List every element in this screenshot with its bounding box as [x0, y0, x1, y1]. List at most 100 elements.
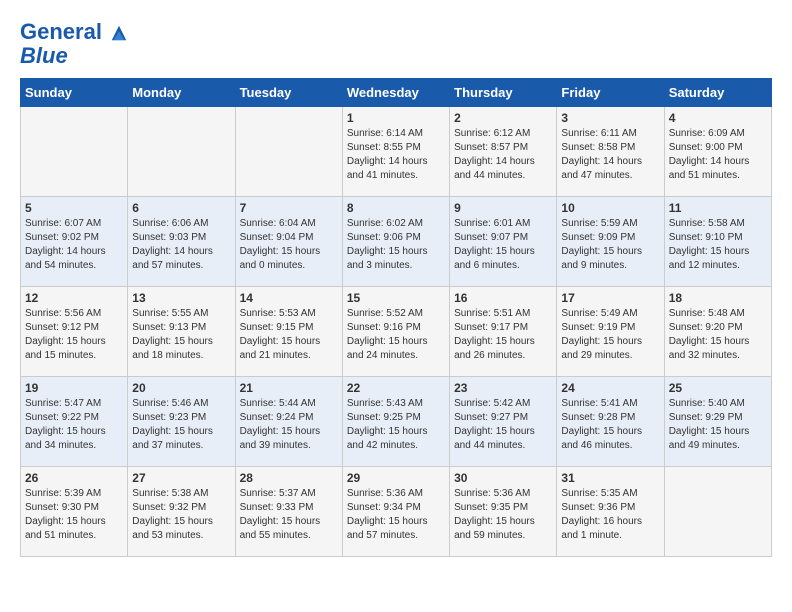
day-header-saturday: Saturday [664, 79, 771, 107]
day-number: 24 [561, 381, 659, 395]
day-number: 17 [561, 291, 659, 305]
day-number: 22 [347, 381, 445, 395]
days-of-week-row: SundayMondayTuesdayWednesdayThursdayFrid… [21, 79, 772, 107]
calendar-cell: 19Sunrise: 5:47 AM Sunset: 9:22 PM Dayli… [21, 377, 128, 467]
day-number: 16 [454, 291, 552, 305]
calendar-cell: 27 Sunrise: 5:38 AM Sunset: 9:32 PM Dayli… [128, 467, 235, 557]
calendar-week-3: 12 Sunrise: 5:56 AM Sunset: 9:12 PM Dayli… [21, 287, 772, 377]
calendar-cell: 21 Sunrise: 5:44 AM Sunset: 9:24 PM Dayli… [235, 377, 342, 467]
day-header-friday: Friday [557, 79, 664, 107]
calendar-cell: 4Sunrise: 6:09 AM Sunset: 9:00 PM Daylig… [664, 107, 771, 197]
calendar-cell: 6 Sunrise: 6:06 AM Sunset: 9:03 PM Daylig… [128, 197, 235, 287]
calendar-cell: 23 Sunrise: 5:42 AM Sunset: 9:27 PM Dayli… [450, 377, 557, 467]
day-number: 2 [454, 111, 552, 125]
cell-content: Sunrise: 6:02 AM Sunset: 9:06 PM Dayligh… [347, 217, 445, 273]
calendar-week-1: 1 Sunrise: 6:14 AM Sunset: 8:55 PM Daylig… [21, 107, 772, 197]
day-header-tuesday: Tuesday [235, 79, 342, 107]
cell-content: Sunrise: 5:43 AM Sunset: 9:25 PM Dayligh… [347, 397, 445, 453]
day-header-thursday: Thursday [450, 79, 557, 107]
calendar-cell: 20 Sunrise: 5:46 AM Sunset: 9:23 PM Dayli… [128, 377, 235, 467]
day-number: 15 [347, 291, 445, 305]
day-number: 10 [561, 201, 659, 215]
day-number: 9 [454, 201, 552, 215]
logo-blue-text: Blue [20, 44, 68, 68]
day-number: 1 [347, 111, 445, 125]
page-header: General Blue [20, 20, 772, 68]
day-number: 25 [669, 381, 767, 395]
calendar-cell: 16 Sunrise: 5:51 AM Sunset: 9:17 PM Dayli… [450, 287, 557, 377]
day-number: 18 [669, 291, 767, 305]
cell-content: Sunrise: 6:11 AM Sunset: 8:58 PM Dayligh… [561, 127, 659, 183]
cell-content: Sunrise: 6:14 AM Sunset: 8:55 PM Dayligh… [347, 127, 445, 183]
day-number: 29 [347, 471, 445, 485]
calendar-table: SundayMondayTuesdayWednesdayThursdayFrid… [20, 78, 772, 557]
cell-content: Sunrise: 6:04 AM Sunset: 9:04 PM Dayligh… [240, 217, 338, 273]
day-number: 30 [454, 471, 552, 485]
cell-content: Sunrise: 5:56 AM Sunset: 9:12 PM Dayligh… [25, 307, 123, 363]
cell-content: Sunrise: 5:36 AM Sunset: 9:34 PM Dayligh… [347, 487, 445, 543]
cell-content: Sunrise: 5:49 AM Sunset: 9:19 PM Dayligh… [561, 307, 659, 363]
calendar-cell [664, 467, 771, 557]
calendar-cell: 1 Sunrise: 6:14 AM Sunset: 8:55 PM Daylig… [342, 107, 449, 197]
calendar-cell: 28Sunrise: 5:37 AM Sunset: 9:33 PM Dayli… [235, 467, 342, 557]
cell-content: Sunrise: 5:48 AM Sunset: 9:20 PM Dayligh… [669, 307, 767, 363]
cell-content: Sunrise: 5:44 AM Sunset: 9:24 PM Dayligh… [240, 397, 338, 453]
day-number: 11 [669, 201, 767, 215]
day-number: 12 [25, 291, 123, 305]
day-number: 26 [25, 471, 123, 485]
calendar-cell: 15Sunrise: 5:52 AM Sunset: 9:16 PM Dayli… [342, 287, 449, 377]
day-number: 6 [132, 201, 230, 215]
cell-content: Sunrise: 5:41 AM Sunset: 9:28 PM Dayligh… [561, 397, 659, 453]
day-number: 28 [240, 471, 338, 485]
day-number: 20 [132, 381, 230, 395]
calendar-cell: 26 Sunrise: 5:39 AM Sunset: 9:30 PM Dayli… [21, 467, 128, 557]
calendar-cell: 31 Sunrise: 5:35 AM Sunset: 9:36 PM Dayli… [557, 467, 664, 557]
day-header-monday: Monday [128, 79, 235, 107]
cell-content: Sunrise: 6:06 AM Sunset: 9:03 PM Dayligh… [132, 217, 230, 273]
calendar-cell: 5Sunrise: 6:07 AM Sunset: 9:02 PM Daylig… [21, 197, 128, 287]
calendar-cell: 29 Sunrise: 5:36 AM Sunset: 9:34 PM Dayli… [342, 467, 449, 557]
calendar-week-2: 5Sunrise: 6:07 AM Sunset: 9:02 PM Daylig… [21, 197, 772, 287]
calendar-body: 1 Sunrise: 6:14 AM Sunset: 8:55 PM Daylig… [21, 107, 772, 557]
cell-content: Sunrise: 6:09 AM Sunset: 9:00 PM Dayligh… [669, 127, 767, 183]
calendar-cell: 22 Sunrise: 5:43 AM Sunset: 9:25 PM Dayli… [342, 377, 449, 467]
cell-content: Sunrise: 5:39 AM Sunset: 9:30 PM Dayligh… [25, 487, 123, 543]
day-number: 27 [132, 471, 230, 485]
day-number: 3 [561, 111, 659, 125]
cell-content: Sunrise: 5:59 AM Sunset: 9:09 PM Dayligh… [561, 217, 659, 273]
calendar-cell: 18 Sunrise: 5:48 AM Sunset: 9:20 PM Dayli… [664, 287, 771, 377]
calendar-cell: 11 Sunrise: 5:58 AM Sunset: 9:10 PM Dayli… [664, 197, 771, 287]
logo: General Blue [20, 20, 128, 68]
calendar-header: SundayMondayTuesdayWednesdayThursdayFrid… [21, 79, 772, 107]
day-number: 8 [347, 201, 445, 215]
calendar-cell: 9 Sunrise: 6:01 AM Sunset: 9:07 PM Daylig… [450, 197, 557, 287]
calendar-cell: 13Sunrise: 5:55 AM Sunset: 9:13 PM Dayli… [128, 287, 235, 377]
cell-content: Sunrise: 5:46 AM Sunset: 9:23 PM Dayligh… [132, 397, 230, 453]
day-number: 31 [561, 471, 659, 485]
day-number: 23 [454, 381, 552, 395]
calendar-cell: 2 Sunrise: 6:12 AM Sunset: 8:57 PM Daylig… [450, 107, 557, 197]
calendar-cell: 8 Sunrise: 6:02 AM Sunset: 9:06 PM Daylig… [342, 197, 449, 287]
calendar-cell: 24 Sunrise: 5:41 AM Sunset: 9:28 PM Dayli… [557, 377, 664, 467]
day-number: 13 [132, 291, 230, 305]
day-number: 14 [240, 291, 338, 305]
calendar-cell: 25 Sunrise: 5:40 AM Sunset: 9:29 PM Dayli… [664, 377, 771, 467]
cell-content: Sunrise: 5:53 AM Sunset: 9:15 PM Dayligh… [240, 307, 338, 363]
cell-content: Sunrise: 5:35 AM Sunset: 9:36 PM Dayligh… [561, 487, 659, 543]
cell-content: Sunrise: 5:58 AM Sunset: 9:10 PM Dayligh… [669, 217, 767, 273]
calendar-cell: 3 Sunrise: 6:11 AM Sunset: 8:58 PM Daylig… [557, 107, 664, 197]
day-number: 21 [240, 381, 338, 395]
day-header-wednesday: Wednesday [342, 79, 449, 107]
cell-content: Sunrise: 6:07 AM Sunset: 9:02 PM Dayligh… [25, 217, 123, 273]
cell-content: Sunrise: 6:01 AM Sunset: 9:07 PM Dayligh… [454, 217, 552, 273]
logo-text: General [20, 20, 128, 44]
calendar-week-5: 26 Sunrise: 5:39 AM Sunset: 9:30 PM Dayli… [21, 467, 772, 557]
calendar-cell: 17 Sunrise: 5:49 AM Sunset: 9:19 PM Dayli… [557, 287, 664, 377]
cell-content: Sunrise: 5:51 AM Sunset: 9:17 PM Dayligh… [454, 307, 552, 363]
cell-content: Sunrise: 5:38 AM Sunset: 9:32 PM Dayligh… [132, 487, 230, 543]
cell-content: Sunrise: 6:12 AM Sunset: 8:57 PM Dayligh… [454, 127, 552, 183]
logo-icon [110, 24, 128, 42]
cell-content: Sunrise: 5:40 AM Sunset: 9:29 PM Dayligh… [669, 397, 767, 453]
calendar-cell [235, 107, 342, 197]
cell-content: Sunrise: 5:42 AM Sunset: 9:27 PM Dayligh… [454, 397, 552, 453]
